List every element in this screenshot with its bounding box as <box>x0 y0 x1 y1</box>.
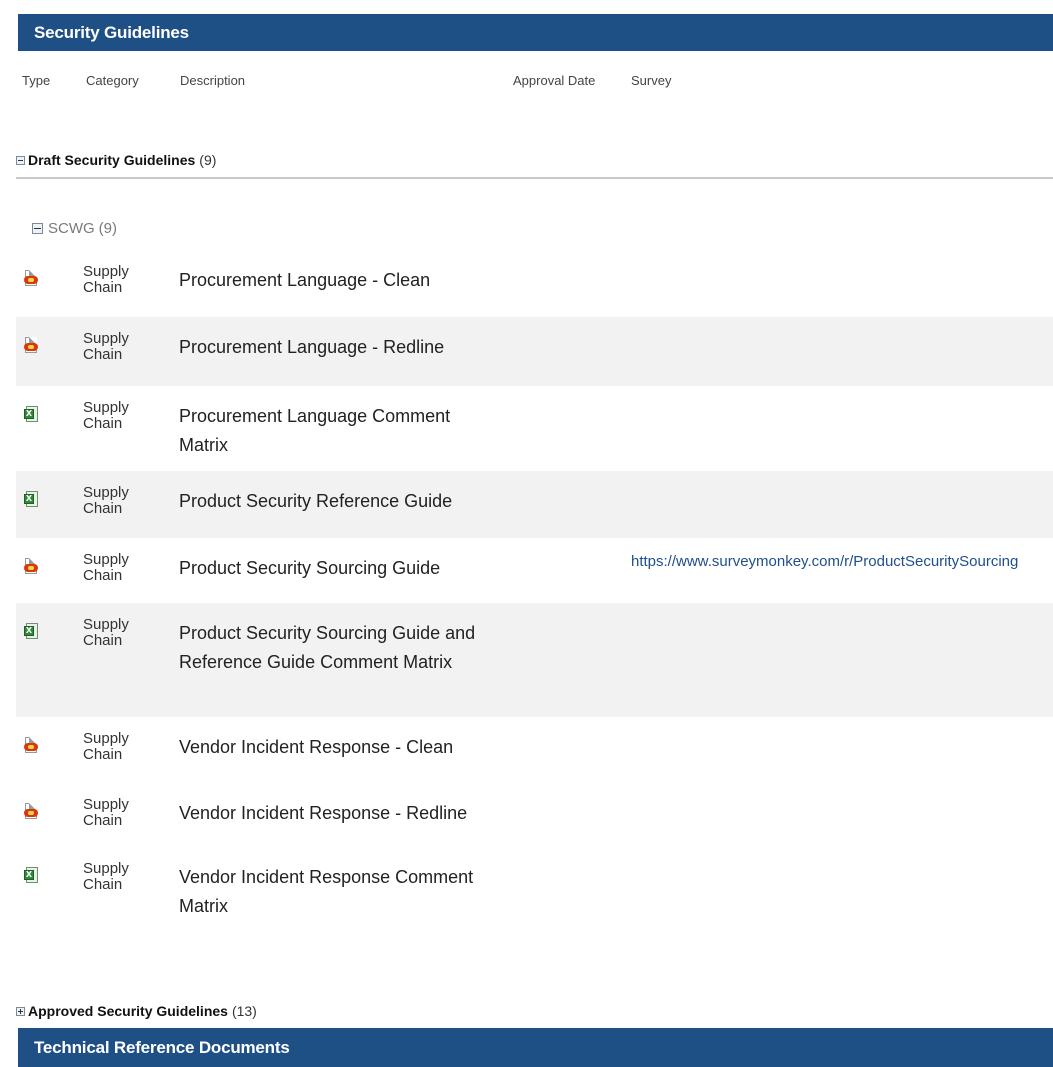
pdf-icon[interactable] <box>24 558 39 575</box>
document-link[interactable]: Product Security Reference Guide <box>179 487 499 516</box>
excel-icon[interactable]: X <box>24 406 39 423</box>
table-row: Supply Chain Procurement Language - Clean <box>16 250 1053 317</box>
pdf-icon[interactable] <box>24 737 39 754</box>
document-list: Supply Chain Procurement Language - Clean… <box>16 250 1053 937</box>
group-divider <box>16 177 1053 179</box>
group-label: Draft Security Guidelines <box>28 152 196 168</box>
document-link[interactable]: Vendor Incident Response - Clean <box>179 733 499 762</box>
document-link[interactable]: Vendor Incident Response Comment Matrix <box>179 863 479 921</box>
category-cell: Supply Chain <box>83 616 129 649</box>
table-row: X Supply Chain Procurement Language Comme… <box>16 386 1053 471</box>
pdf-icon[interactable] <box>24 270 39 287</box>
category-cell: Supply Chain <box>83 796 129 829</box>
category-cell: Supply Chain <box>83 730 129 763</box>
column-header-description[interactable]: Description <box>180 73 245 88</box>
group-count: (9) <box>199 152 217 168</box>
group-label: Approved Security Guidelines <box>28 1003 228 1019</box>
survey-link[interactable]: https://www.surveymonkey.com/r/ProductSe… <box>631 553 1018 570</box>
table-row: Supply Chain Vendor Incident Response - R… <box>16 783 1053 847</box>
column-header-category[interactable]: Category <box>86 73 139 88</box>
section-title: Security Guidelines <box>34 22 189 42</box>
group-count: (13) <box>231 1003 257 1019</box>
document-link[interactable]: Procurement Language - Redline <box>179 333 499 362</box>
column-header-survey[interactable]: Survey <box>631 73 671 88</box>
document-link[interactable]: Vendor Incident Response - Redline <box>179 799 499 828</box>
group-scwg[interactable]: SCWG (9) <box>32 220 117 237</box>
pdf-icon[interactable] <box>24 337 39 354</box>
table-row: X Supply Chain Product Security Reference… <box>16 471 1053 538</box>
collapse-icon[interactable] <box>16 155 25 165</box>
section-header-technical-reference-documents: Technical Reference Documents <box>18 1028 1053 1067</box>
group-label: SCWG <box>48 220 95 237</box>
cropped-top-text <box>0 0 1053 6</box>
category-cell: Supply Chain <box>83 860 129 893</box>
table-row: Supply Chain Product Security Sourcing Gu… <box>16 538 1053 603</box>
category-cell: Supply Chain <box>83 484 129 517</box>
document-link[interactable]: Procurement Language Comment Matrix <box>179 402 489 460</box>
expand-icon[interactable] <box>16 1006 25 1016</box>
document-link[interactable]: Product Security Sourcing Guide <box>179 554 499 583</box>
column-header-approval-date[interactable]: Approval Date <box>513 73 595 88</box>
table-row: Supply Chain Vendor Incident Response - C… <box>16 717 1053 783</box>
group-count: (9) <box>98 220 118 237</box>
category-cell: Supply Chain <box>83 399 129 432</box>
table-row: X Supply Chain Product Security Sourcing … <box>16 603 1053 717</box>
group-draft-security-guidelines[interactable]: Draft Security Guidelines (9) <box>16 152 216 168</box>
excel-icon[interactable]: X <box>24 491 39 508</box>
document-link[interactable]: Product Security Sourcing Guide and Refe… <box>179 619 479 677</box>
table-row: Supply Chain Procurement Language - Redli… <box>16 317 1053 386</box>
column-header-type[interactable]: Type <box>22 73 50 88</box>
excel-icon[interactable]: X <box>24 623 39 640</box>
section-title: Technical Reference Documents <box>34 1037 290 1057</box>
group-approved-security-guidelines[interactable]: Approved Security Guidelines (13) <box>16 1003 257 1019</box>
excel-icon[interactable]: X <box>24 867 39 884</box>
section-header-security-guidelines: Security Guidelines <box>18 14 1053 51</box>
table-row: X Supply Chain Vendor Incident Response C… <box>16 847 1053 937</box>
category-cell: Supply Chain <box>83 263 129 296</box>
collapse-icon[interactable] <box>32 223 43 234</box>
category-cell: Supply Chain <box>83 551 129 584</box>
document-link[interactable]: Procurement Language - Clean <box>179 266 499 295</box>
category-cell: Supply Chain <box>83 330 129 363</box>
pdf-icon[interactable] <box>24 803 39 820</box>
